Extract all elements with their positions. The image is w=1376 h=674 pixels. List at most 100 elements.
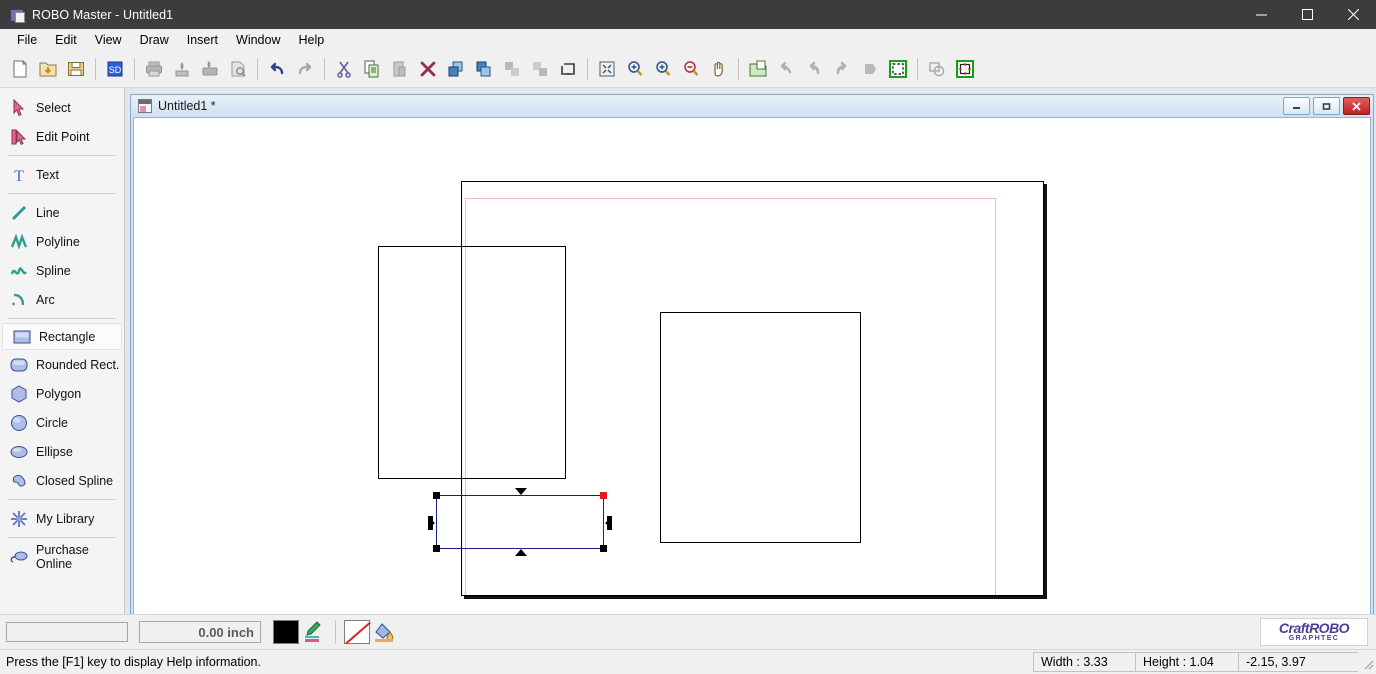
undo-icon[interactable] — [264, 56, 290, 82]
handle-bottom-left[interactable] — [433, 545, 440, 552]
rectangle-selected[interactable] — [428, 488, 612, 556]
menu-draw[interactable]: Draw — [131, 30, 178, 50]
document-window-controls — [1283, 97, 1370, 115]
spline-icon — [8, 261, 30, 281]
sidebar-item-arc[interactable]: Arc — [0, 285, 124, 314]
sidebar-item-polyline[interactable]: Polyline — [0, 227, 124, 256]
rotate-left-icon — [773, 56, 799, 82]
sidebar-item-rectangle[interactable]: Rectangle — [2, 323, 122, 350]
document-window: Untitled1 * — [130, 94, 1374, 622]
sidebar-item-label: Arc — [36, 292, 55, 307]
sidebar-separator — [8, 155, 116, 156]
handle-bottom-center[interactable] — [515, 549, 527, 556]
rectangle-right[interactable] — [660, 312, 861, 543]
sidebar-item-spline[interactable]: Spline — [0, 256, 124, 285]
send-to-back-icon[interactable] — [471, 56, 497, 82]
object-outline-icon[interactable] — [555, 56, 581, 82]
sidebar-item-rounded-rect[interactable]: Rounded Rect. — [0, 350, 124, 379]
edit-point-icon — [8, 127, 30, 147]
delete-icon[interactable] — [415, 56, 441, 82]
cut-area-icon[interactable] — [952, 56, 978, 82]
drawing-canvas[interactable] — [133, 117, 1371, 619]
bring-to-front-icon[interactable] — [443, 56, 469, 82]
menu-file[interactable]: File — [8, 30, 46, 50]
sidebar-item-label: Rounded Rect. — [36, 357, 120, 372]
sidebar-item-label: Rectangle — [39, 329, 96, 344]
fit-to-window-icon[interactable] — [594, 56, 620, 82]
minimize-icon[interactable] — [1238, 0, 1284, 29]
svg-text:SD: SD — [109, 65, 122, 75]
new-file-icon[interactable] — [7, 56, 33, 82]
media-settings-icon[interactable] — [745, 56, 771, 82]
text-icon: T — [8, 165, 30, 185]
sidebar-separator — [8, 499, 116, 500]
handle-top-left[interactable] — [433, 492, 440, 499]
object-name-input[interactable] — [6, 622, 128, 642]
handle-right-inner[interactable] — [607, 516, 612, 530]
robo-master-icon — [9, 7, 25, 23]
rectangle-icon — [11, 327, 33, 347]
craft-robo-logo: CraftROBO GRAPHTEC — [1260, 618, 1368, 646]
menu-edit[interactable]: Edit — [46, 30, 86, 50]
menu-bar: File Edit View Draw Insert Window Help — [0, 29, 1376, 51]
ungroup-icon — [527, 56, 553, 82]
cut-icon[interactable] — [331, 56, 357, 82]
sidebar-item-label: Polygon — [36, 386, 82, 401]
ellipse-icon — [8, 442, 30, 462]
size-value-field[interactable]: 0.00 inch — [139, 621, 261, 643]
sidebar-separator — [8, 318, 116, 319]
sidebar-item-line[interactable]: Line — [0, 198, 124, 227]
sidebar-item-purchase-online[interactable]: Purchase Online — [0, 542, 124, 571]
select-arrow-icon — [8, 98, 30, 118]
minimize-icon[interactable] — [1283, 97, 1310, 115]
mirror-icon — [857, 56, 883, 82]
print-icon — [141, 56, 167, 82]
restore-icon[interactable] — [1313, 97, 1340, 115]
registration-marks-icon[interactable] — [885, 56, 911, 82]
handle-left-inner[interactable] — [428, 516, 433, 530]
menu-insert[interactable]: Insert — [178, 30, 227, 50]
handle-bottom-right[interactable] — [600, 545, 607, 552]
group-icon — [499, 56, 525, 82]
maximize-icon[interactable] — [1284, 0, 1330, 29]
sd-card-icon[interactable]: SD — [102, 56, 128, 82]
pen-color-icon[interactable] — [299, 619, 327, 645]
flip-horizontal-icon — [801, 56, 827, 82]
copy-icon[interactable] — [359, 56, 385, 82]
handle-top-center[interactable] — [515, 488, 527, 495]
rectangle-left[interactable] — [378, 246, 566, 479]
sidebar-item-my-library[interactable]: My Library — [0, 504, 124, 533]
menu-help[interactable]: Help — [289, 30, 333, 50]
sidebar-item-ellipse[interactable]: Ellipse — [0, 437, 124, 466]
print-preview-icon — [225, 56, 251, 82]
sidebar-item-polygon[interactable]: Polygon — [0, 379, 124, 408]
menu-window[interactable]: Window — [227, 30, 289, 50]
close-icon[interactable] — [1343, 97, 1370, 115]
sidebar-item-circle[interactable]: Circle — [0, 408, 124, 437]
rotate-right-icon — [829, 56, 855, 82]
sidebar-item-label: Ellipse — [36, 444, 73, 459]
line-color-swatch[interactable] — [273, 620, 299, 644]
fill-bucket-icon[interactable] — [370, 619, 398, 645]
purchase-online-icon — [8, 547, 30, 567]
close-icon[interactable] — [1330, 0, 1376, 29]
resize-grip[interactable] — [1358, 652, 1376, 672]
menu-view[interactable]: View — [86, 30, 131, 50]
handle-top-right[interactable] — [600, 492, 607, 499]
status-bar: Press the [F1] key to display Help infor… — [0, 649, 1376, 674]
zoom-out-icon[interactable] — [678, 56, 704, 82]
logo-primary-text: CraftROBO — [1278, 619, 1350, 636]
open-file-icon[interactable] — [35, 56, 61, 82]
fill-color-swatch[interactable] — [344, 620, 370, 644]
sidebar-item-text[interactable]: T Text — [0, 160, 124, 189]
pan-hand-icon[interactable] — [706, 56, 732, 82]
sidebar-item-edit-point[interactable]: Edit Point — [0, 122, 124, 151]
zoom-in-icon[interactable] — [622, 56, 648, 82]
closed-spline-icon — [8, 471, 30, 491]
document-title-bar[interactable]: Untitled1 * — [131, 95, 1373, 117]
sidebar-item-select[interactable]: Select — [0, 93, 124, 122]
zoom-selection-icon[interactable] — [650, 56, 676, 82]
sidebar-item-label: My Library — [36, 511, 95, 526]
save-file-icon[interactable] — [63, 56, 89, 82]
sidebar-item-closed-spline[interactable]: Closed Spline — [0, 466, 124, 495]
